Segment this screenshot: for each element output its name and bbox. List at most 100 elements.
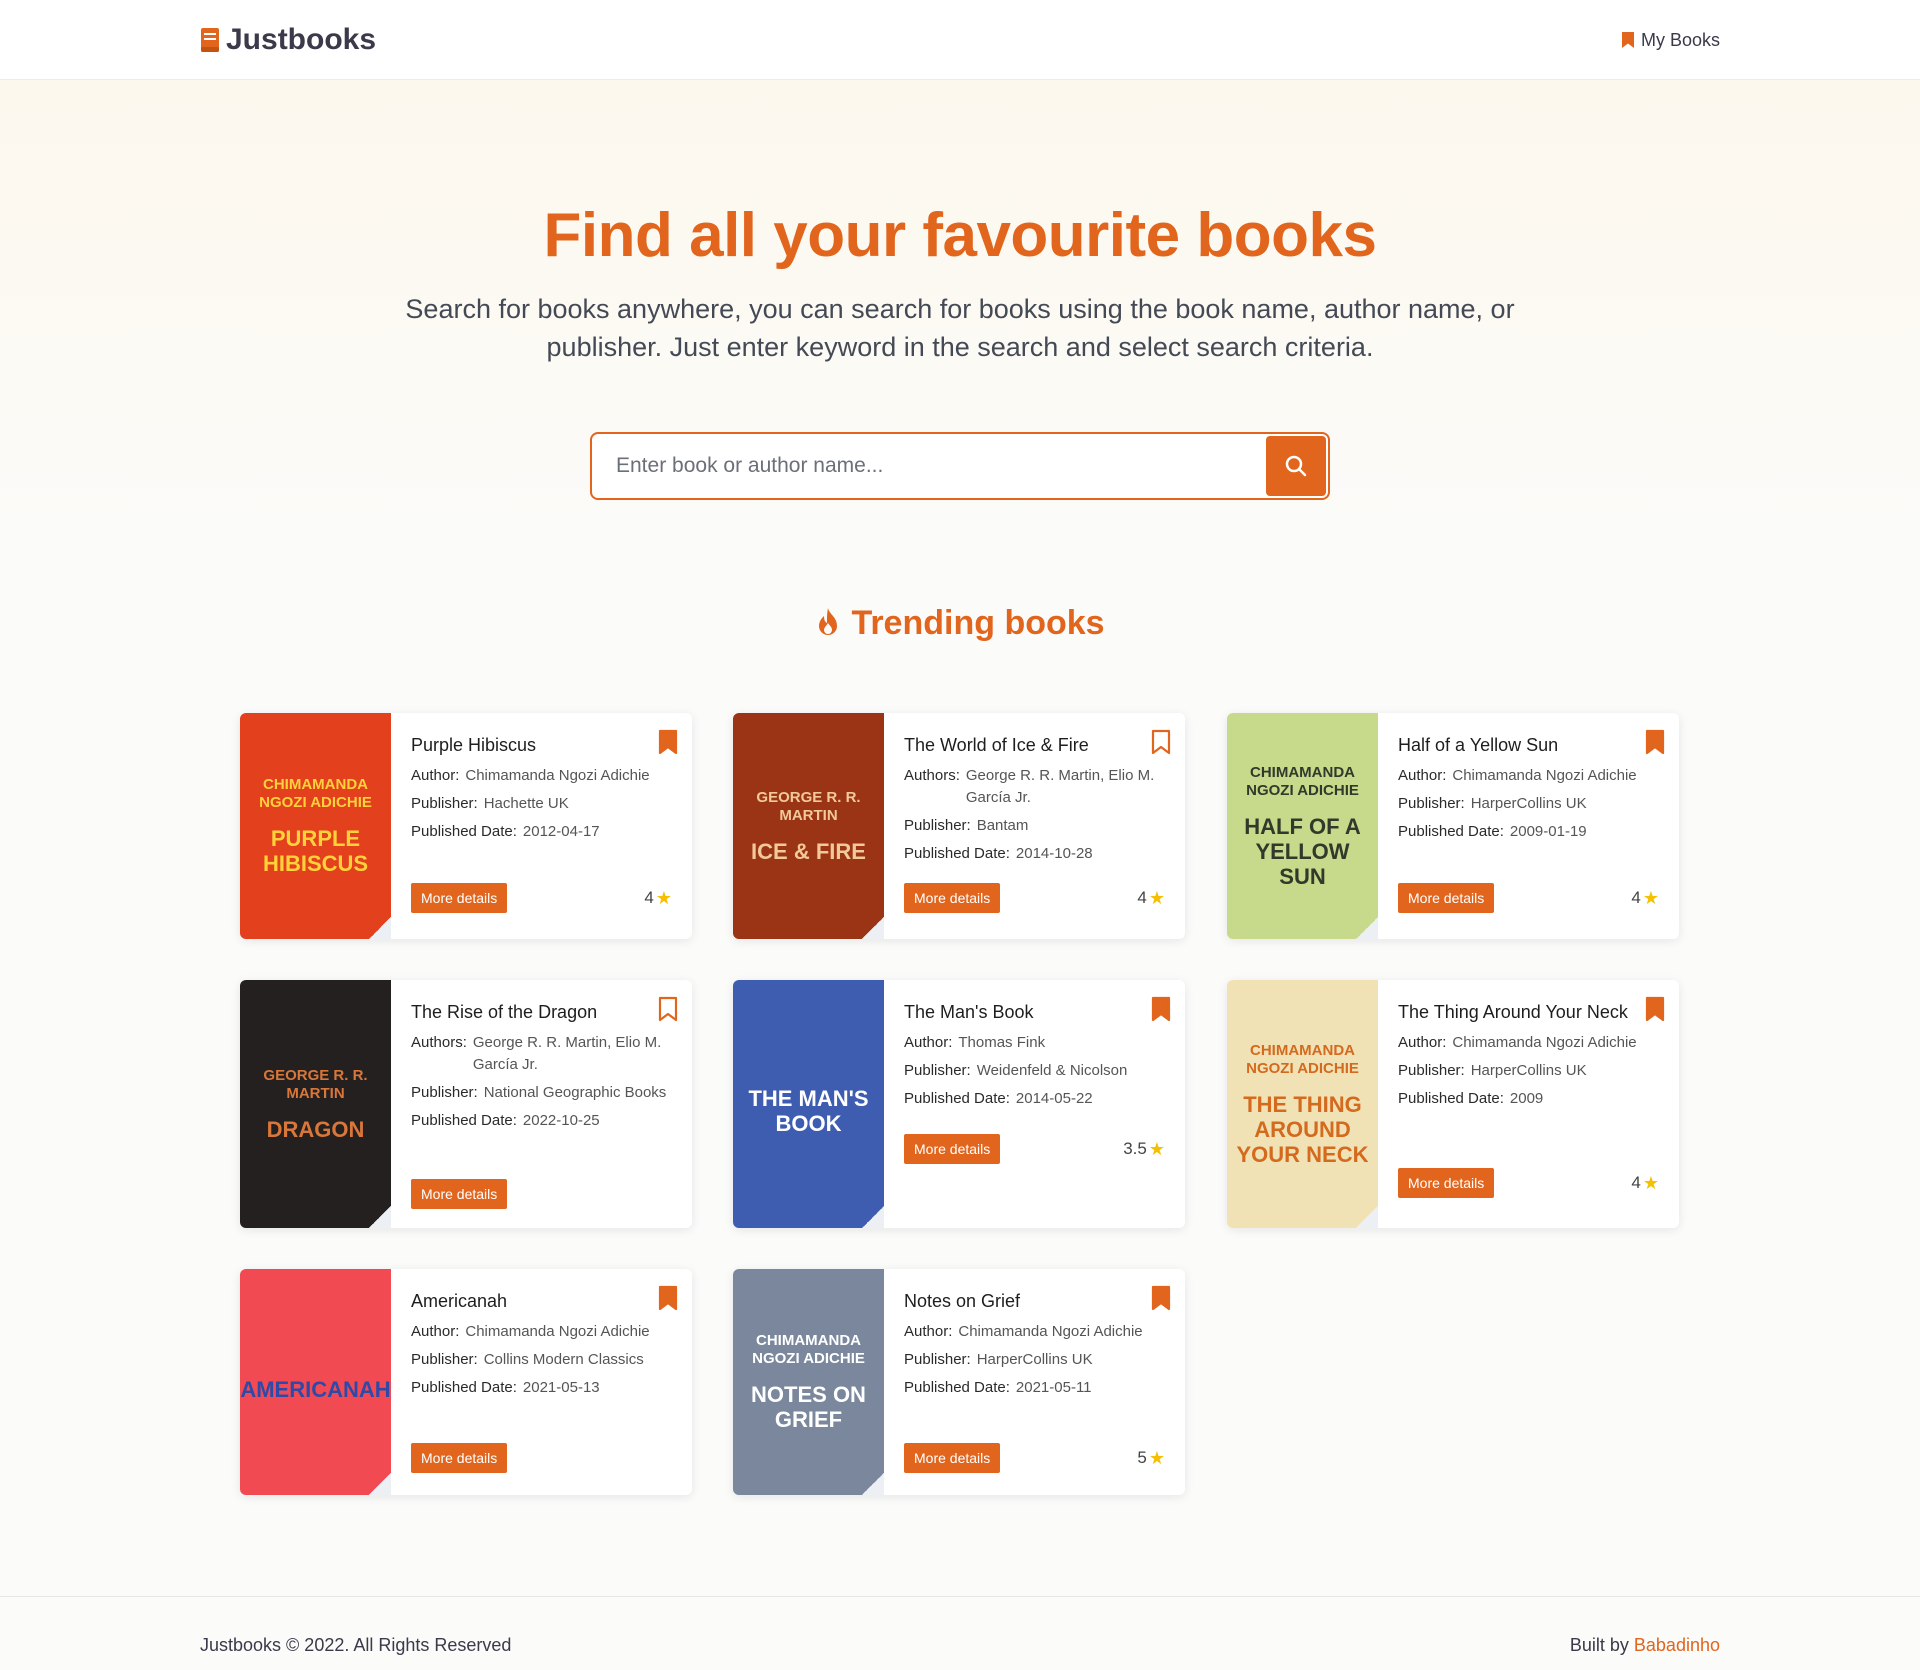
search-icon (1285, 455, 1307, 477)
search-button[interactable] (1266, 436, 1326, 496)
author-value: Chimamanda Ngozi Adichie (1452, 1034, 1637, 1051)
page-curl (369, 1473, 391, 1495)
bookmark-filled-icon[interactable] (1151, 1285, 1171, 1311)
published-date-row: Published Date: 2009-01-19 (1398, 821, 1658, 843)
published-date-row: Published Date: 2014-05-22 (904, 1088, 1164, 1110)
author-value: Thomas Fink (958, 1034, 1046, 1051)
book-title: Americanah (411, 1291, 508, 1311)
bookmark-filled-icon[interactable] (658, 729, 678, 755)
publisher-row: Publisher: HarperCollins UK (1398, 793, 1658, 815)
book-title: The World of Ice & Fire (904, 735, 1089, 755)
book-cover[interactable]: CHIMAMANDA NGOZI ADICHIE NOTES ON GRIEF (733, 1269, 884, 1495)
book-cover[interactable]: GEORGE R. R. MARTIN DRAGON (240, 980, 391, 1228)
author-row: Author: Chimamanda Ngozi Adichie (1398, 765, 1658, 787)
cover-title: THE MAN'S BOOK (748, 1086, 869, 1136)
rating-value: 4 (644, 888, 654, 907)
star-icon: ★ (1148, 887, 1165, 908)
bookmark-filled-icon[interactable] (1645, 729, 1665, 755)
rating: 4 ★ (1137, 883, 1165, 913)
publisher-row: Publisher: Bantam (904, 815, 1164, 837)
my-books-link[interactable]: My Books (1621, 26, 1720, 54)
book-cover[interactable]: THE MAN'S BOOK (733, 980, 884, 1228)
book-info: Americanah Author: Chimamanda Ngozi Adic… (411, 1289, 671, 1405)
book-card: AMERICANAH Americanah Author: Chimamanda… (240, 1269, 692, 1495)
star-icon: ★ (1148, 1447, 1165, 1468)
book-cover[interactable]: GEORGE R. R. MARTIN ICE & FIRE (733, 713, 884, 939)
footer-copyright: Justbooks © 2022. All Rights Reserved (200, 1635, 512, 1655)
cover-title: AMERICANAH (240, 1376, 391, 1402)
published-date-label: Published Date: (411, 823, 517, 840)
book-info: The World of Ice & Fire Authors: George … (904, 733, 1164, 871)
more-details-button[interactable]: More details (411, 1443, 508, 1473)
author-label: Author: (904, 1034, 953, 1051)
author-label: Author: (411, 767, 460, 784)
trending-heading: Trending books (0, 600, 1920, 646)
book-card: GEORGE R. R. MARTIN ICE & FIRE The World… (733, 713, 1185, 939)
page-curl (862, 1206, 884, 1228)
published-date-row: Published Date: 2009 (1398, 1088, 1658, 1110)
more-details-button[interactable]: More details (1398, 1168, 1495, 1198)
cover-title: DRAGON (266, 1116, 365, 1142)
cover-title: HALF OF A YELLOW SUN (1244, 813, 1361, 889)
footer-credit: Built by Babadinho (1570, 1635, 1720, 1656)
brand-name: Justbooks (226, 23, 377, 56)
published-date-label: Published Date: (411, 1112, 517, 1129)
publisher-label: Publisher: (1398, 795, 1465, 812)
rating: 5 ★ (1137, 1443, 1165, 1473)
book-cover[interactable]: CHIMAMANDA NGOZI ADICHIE PURPLE HIBISCUS (240, 713, 391, 939)
published-date-value: 2014-10-28 (1015, 845, 1093, 862)
author-label: Author: (411, 1323, 460, 1340)
publisher-value: HarperCollins UK (976, 1351, 1093, 1368)
more-details-button[interactable]: More details (904, 883, 1001, 913)
more-details-button[interactable]: More details (1398, 883, 1495, 913)
brand-logo[interactable]: Justbooks (200, 20, 376, 60)
cover-author: CHIMAMANDA NGOZI ADICHIE (752, 1332, 865, 1367)
published-date-value: 2021-05-11 (1015, 1379, 1092, 1396)
rating-value: 4 (1631, 888, 1641, 907)
rating-value: 4 (1631, 1173, 1641, 1192)
publisher-row: Publisher: Hachette UK (411, 793, 671, 815)
more-details-button[interactable]: More details (904, 1443, 1001, 1473)
publisher-label: Publisher: (904, 817, 971, 834)
bookmark-outline-icon[interactable] (1151, 729, 1171, 755)
rating-value: 4 (1137, 888, 1147, 907)
publisher-value: Hachette UK (483, 795, 569, 812)
book-info: Purple Hibiscus Author: Chimamanda Ngozi… (411, 733, 671, 849)
page-curl (1356, 917, 1378, 939)
author-label: Authors: (411, 1034, 467, 1051)
more-details-button[interactable]: More details (904, 1134, 1001, 1164)
search-input[interactable] (592, 434, 1262, 498)
publisher-label: Publisher: (1398, 1062, 1465, 1079)
book-card: CHIMAMANDA NGOZI ADICHIE NOTES ON GRIEF … (733, 1269, 1185, 1495)
book-cover[interactable]: CHIMAMANDA NGOZI ADICHIE HALF OF A YELLO… (1227, 713, 1378, 939)
published-date-row: Published Date: 2021-05-11 (904, 1377, 1164, 1399)
more-details-button[interactable]: More details (411, 883, 508, 913)
bookmark-filled-icon[interactable] (1645, 996, 1665, 1022)
book-info: The Rise of the Dragon Authors: George R… (411, 1000, 671, 1138)
fire-icon (819, 608, 838, 635)
rating: 4 ★ (1631, 1168, 1659, 1198)
bookmark-filled-icon[interactable] (658, 1285, 678, 1311)
author-link[interactable]: Babadinho (1634, 1635, 1720, 1655)
author-value: George R. R. Martin, Elio M. García Jr. (472, 1034, 662, 1073)
rating: 3.5 ★ (1123, 1134, 1165, 1164)
more-details-button[interactable]: More details (411, 1179, 508, 1209)
author-label: Author: (1398, 767, 1447, 784)
bookmark-outline-icon[interactable] (658, 996, 678, 1022)
cover-author: GEORGE R. R. MARTIN (263, 1066, 368, 1102)
published-date-label: Published Date: (904, 845, 1010, 862)
bookmark-filled-icon[interactable] (1151, 996, 1171, 1022)
book-cover[interactable]: AMERICANAH (240, 1269, 391, 1495)
author-row: Author: Chimamanda Ngozi Adichie (1398, 1032, 1658, 1054)
publisher-row: Publisher: National Geographic Books (411, 1082, 671, 1104)
rating: 4 ★ (1631, 883, 1659, 913)
publisher-row: Publisher: HarperCollins UK (1398, 1060, 1658, 1082)
author-value: George R. R. Martin, Elio M. García Jr. (965, 767, 1155, 806)
published-date-value: 2012-04-17 (522, 823, 600, 840)
footer: Justbooks © 2022. All Rights Reserved Bu… (0, 1596, 1920, 1670)
cover-author: GEORGE R. R. MARTIN (756, 788, 861, 824)
cover-title: THE THING AROUND YOUR NECK (1236, 1091, 1369, 1167)
page-curl (862, 1473, 884, 1495)
book-cover[interactable]: CHIMAMANDA NGOZI ADICHIE THE THING AROUN… (1227, 980, 1378, 1228)
book-card: CHIMAMANDA NGOZI ADICHIE THE THING AROUN… (1227, 980, 1679, 1228)
